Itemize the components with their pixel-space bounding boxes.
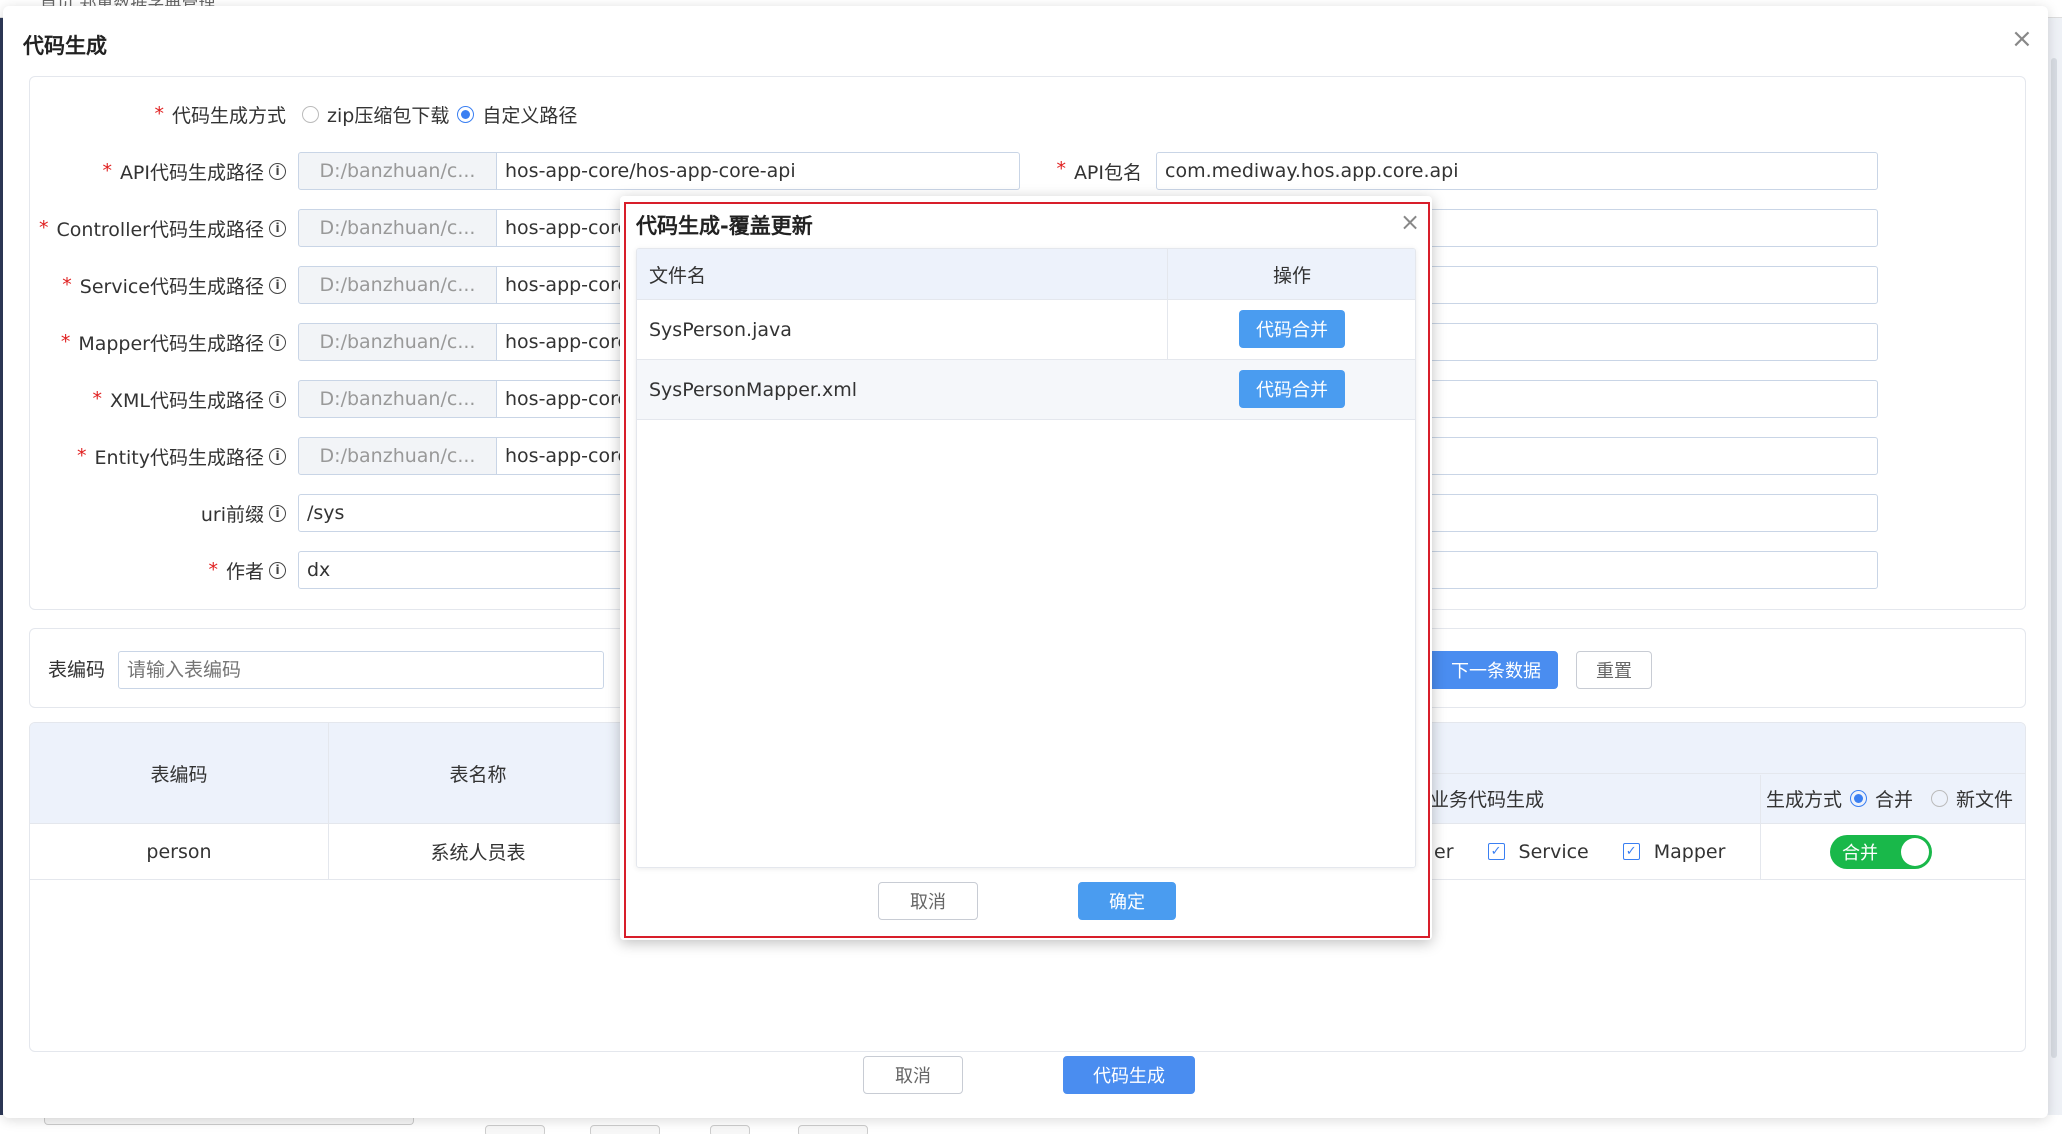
service-checkbox[interactable]: ✓ xyxy=(1487,843,1505,860)
info-icon[interactable]: i xyxy=(269,333,286,351)
path-prefix: D:/banzhuan/c... xyxy=(298,437,497,475)
field-label: Service代码生成路径 xyxy=(79,275,264,298)
info-icon[interactable]: i xyxy=(269,276,286,294)
field-label: API代码生成路径 xyxy=(119,161,264,184)
field-label: Controller代码生成路径 xyxy=(56,218,264,241)
gen-mode-row: * 代码生成方式 zip压缩包下载 自定义路径 xyxy=(30,95,585,133)
field-label: XML代码生成路径 xyxy=(110,389,264,412)
col-header-name: 表名称 xyxy=(328,723,628,823)
field-label: 作者 xyxy=(225,560,264,583)
col-header-filename: 文件名 xyxy=(649,249,949,299)
dialog-close-icon[interactable]: × xyxy=(2011,26,2033,52)
path-prefix: D:/banzhuan/c... xyxy=(298,152,497,190)
merge-code-button[interactable]: 代码合并 xyxy=(1239,370,1345,408)
controller-label-fragment: er xyxy=(1434,840,1454,863)
gen-mode-label: 代码生成方式 xyxy=(171,104,286,127)
form-row: * API代码生成路径 i D:/banzhuan/c... hos-app-core/… xyxy=(30,152,1878,190)
info-icon[interactable]: i xyxy=(269,219,286,237)
field-label: Entity代码生成路径 xyxy=(94,446,264,469)
merge-toggle[interactable]: 合并 xyxy=(1830,835,1932,869)
radio-new-file[interactable]: 新文件 xyxy=(1931,785,2013,812)
radio-zip[interactable]: zip压缩包下载 xyxy=(302,101,449,128)
modal-close-icon[interactable]: × xyxy=(1400,210,1420,234)
col-header-business: 业务代码生成 xyxy=(1430,775,1770,821)
next-record-button[interactable]: 下一条数据 xyxy=(1426,651,1558,689)
mapper-checkbox[interactable]: ✓ xyxy=(1622,843,1640,860)
path-input[interactable]: hos-app-core/hos-app-core-api xyxy=(497,152,1020,190)
file-table: 文件名 操作 SysPerson.java 代码合并 SysPersonMapp… xyxy=(636,248,1416,868)
reset-button[interactable]: 重置 xyxy=(1576,651,1652,689)
list-item: SysPerson.java xyxy=(649,300,1149,359)
path-prefix: D:/banzhuan/c... xyxy=(298,266,497,304)
modal-title: 代码生成-覆盖更新 xyxy=(636,214,813,238)
page-scrollbar[interactable] xyxy=(2048,18,2062,1118)
dialog-title: 代码生成 xyxy=(23,34,107,58)
path-prefix: D:/banzhuan/c... xyxy=(298,209,497,247)
dialog-cancel-button[interactable]: 取消 xyxy=(863,1056,963,1094)
file-name: SysPersonMapper.xml xyxy=(649,378,858,401)
col-header-action: 操作 xyxy=(1167,249,1415,299)
path-prefix: D:/banzhuan/c... xyxy=(298,323,497,361)
merge-code-button[interactable]: 代码合并 xyxy=(1239,310,1345,348)
radio-custom-path[interactable]: 自定义路径 xyxy=(457,101,577,128)
table-row[interactable]: person xyxy=(30,824,328,879)
table-code-input[interactable] xyxy=(118,651,604,689)
col-header-code: 表编码 xyxy=(30,723,328,823)
right-field-label: API包名 xyxy=(1073,161,1142,184)
info-icon[interactable]: i xyxy=(269,390,286,408)
field-label: uri前缀 xyxy=(200,503,264,526)
modal-cancel-button[interactable]: 取消 xyxy=(878,882,978,920)
radio-merge[interactable]: 合并 xyxy=(1849,785,1913,812)
col-header-gen-mode: 生成方式 合并 新文件 xyxy=(1760,775,2025,821)
row-name: 系统人员表 xyxy=(430,842,526,864)
generate-code-button[interactable]: 代码生成 xyxy=(1063,1056,1195,1094)
field-label: Mapper代码生成路径 xyxy=(78,332,264,355)
info-icon[interactable]: i xyxy=(269,162,286,180)
info-icon[interactable]: i xyxy=(269,561,286,579)
info-icon[interactable]: i xyxy=(269,447,286,465)
file-name: SysPerson.java xyxy=(649,318,792,341)
package-input[interactable]: com.mediway.hos.app.core.api xyxy=(1156,152,1878,190)
row-code: person xyxy=(146,840,212,863)
search-label: 表编码 xyxy=(48,659,106,681)
path-prefix: D:/banzhuan/c... xyxy=(298,380,497,418)
modal-confirm-button[interactable]: 确定 xyxy=(1078,882,1176,920)
info-icon[interactable]: i xyxy=(269,504,286,522)
overwrite-modal: 代码生成-覆盖更新 × 文件名 操作 SysPerson.java 代码合并 S… xyxy=(620,196,1432,940)
list-item: SysPersonMapper.xml xyxy=(649,360,1149,419)
